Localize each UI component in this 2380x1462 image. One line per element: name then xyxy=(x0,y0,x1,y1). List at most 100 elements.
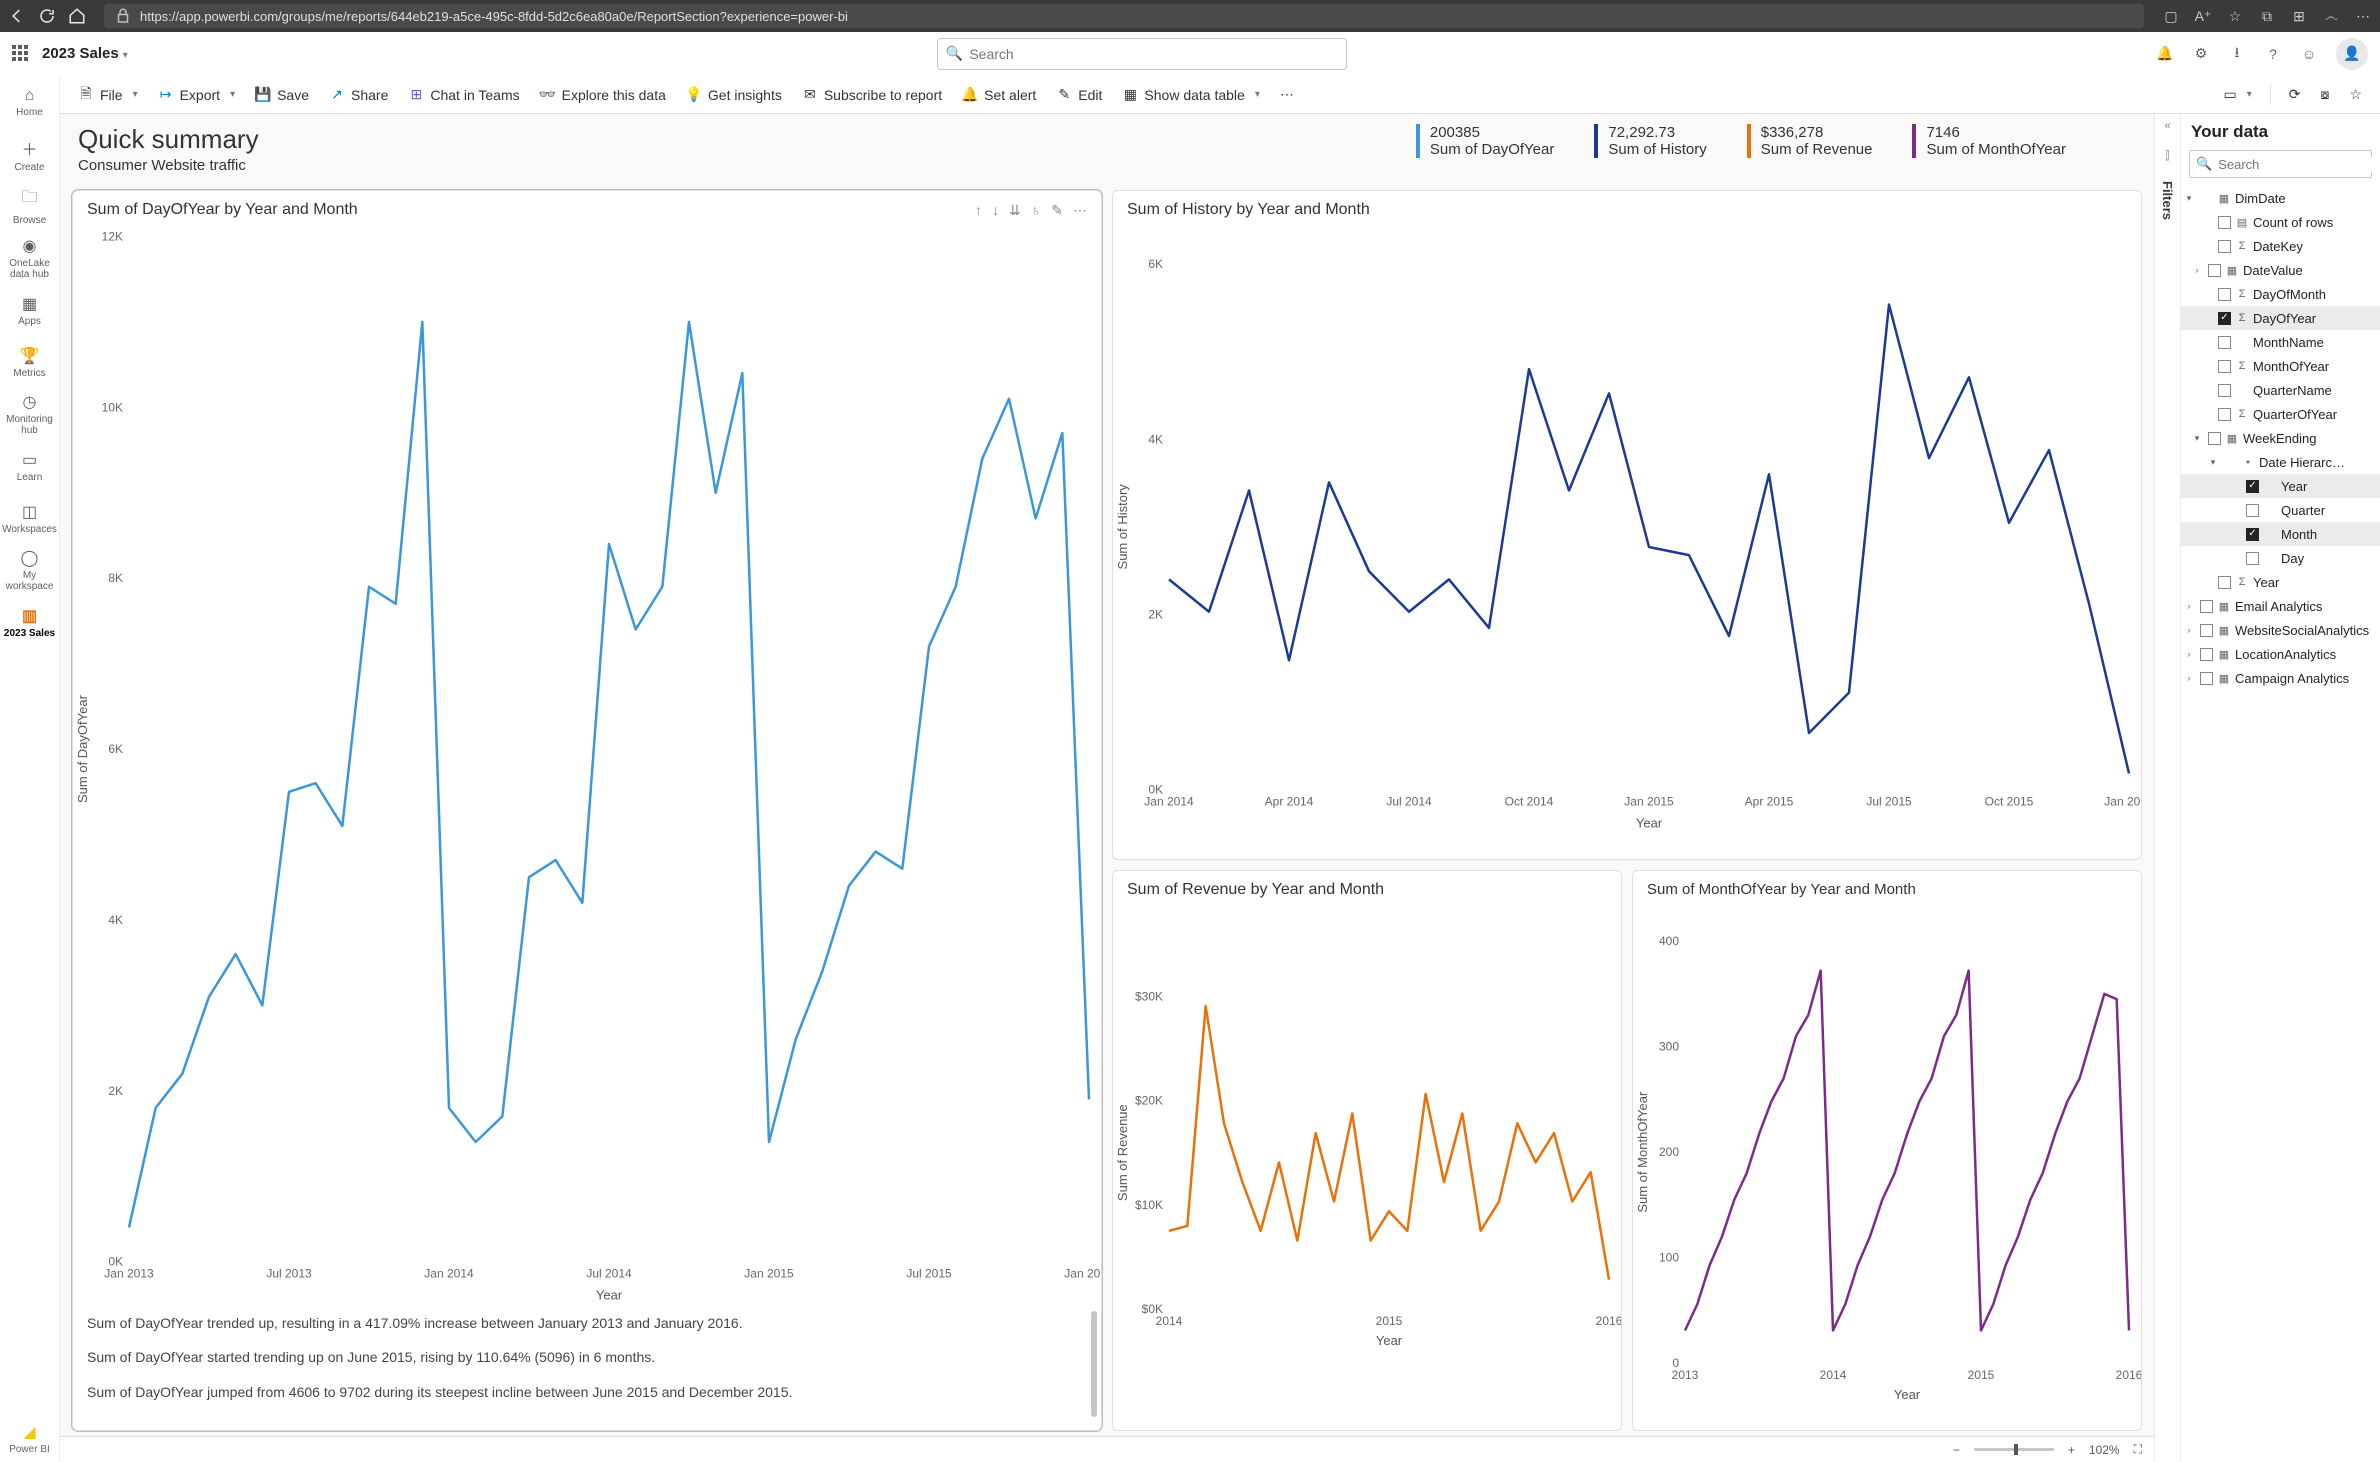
cmd-alert[interactable]: 🔔Set alert xyxy=(954,83,1044,107)
checkbox[interactable] xyxy=(2200,648,2213,661)
nav-browse[interactable]: 🗀Browse xyxy=(0,182,60,230)
field-year[interactable]: Year xyxy=(2181,474,2380,498)
field-quartername[interactable]: QuarterName xyxy=(2181,378,2380,402)
search-input[interactable] xyxy=(969,46,1338,62)
nav-create[interactable]: ＋Create xyxy=(0,130,60,178)
help-icon[interactable]: ? xyxy=(2264,45,2282,63)
nav-learn[interactable]: ▭Learn xyxy=(0,442,60,490)
kpi-card[interactable]: 72,292.73Sum of History xyxy=(1594,124,1706,158)
field-monthofyear[interactable]: Σ MonthOfYear xyxy=(2181,354,2380,378)
notifications-icon[interactable]: 🔔 xyxy=(2156,45,2174,63)
cmd-edit[interactable]: ✎Edit xyxy=(1048,83,1110,107)
address-bar[interactable]: https://app.powerbi.com/groups/me/report… xyxy=(104,4,2144,28)
checkbox[interactable] xyxy=(2218,360,2231,373)
checkbox[interactable] xyxy=(2208,432,2221,445)
cmd-export[interactable]: ↦Export▾ xyxy=(150,83,244,107)
home-icon[interactable] xyxy=(68,7,86,25)
nav-apps[interactable]: ▦Apps xyxy=(0,286,60,334)
checkbox[interactable] xyxy=(2200,624,2213,637)
checkbox[interactable] xyxy=(2218,240,2231,253)
checkbox[interactable] xyxy=(2200,600,2213,613)
field-year[interactable]: Σ Year xyxy=(2181,570,2380,594)
zoom-in-button[interactable]: + xyxy=(2068,1443,2075,1457)
field-day[interactable]: Day xyxy=(2181,546,2380,570)
zoom-slider[interactable] xyxy=(1974,1448,2054,1451)
hierarchy-icon[interactable]: ♄ xyxy=(1031,202,1042,219)
cmd-refresh[interactable]: ⟳ xyxy=(2281,82,2309,107)
visual-revenue[interactable]: Sum of Revenue by Year and Month $0K$10K… xyxy=(1112,870,1622,1431)
checkbox[interactable] xyxy=(2246,528,2259,541)
cmd-share[interactable]: ↗Share xyxy=(321,83,396,107)
field-date-hierarc-[interactable]: ▾ ⬩ Date Hierarc… xyxy=(2181,450,2380,474)
global-search[interactable]: 🔍 xyxy=(937,38,1347,70)
cmd-star[interactable]: ☆ xyxy=(2341,82,2370,107)
feedback-icon[interactable]: ☺ xyxy=(2300,45,2318,63)
field-quarter[interactable]: Quarter xyxy=(2181,498,2380,522)
cmd-subscribe[interactable]: ✉Subscribe to report xyxy=(794,83,950,107)
user-avatar[interactable]: 👤 xyxy=(2336,38,2368,70)
nav-active-report[interactable]: ▥2023 Sales xyxy=(0,598,60,646)
app-launcher-icon[interactable] xyxy=(12,45,30,63)
extensions-icon[interactable]: ⊞ xyxy=(2290,7,2308,25)
visual-monthofyear[interactable]: Sum of MonthOfYear by Year and Month 010… xyxy=(1632,870,2142,1431)
nav-workspaces[interactable]: ◫Workspaces xyxy=(0,494,60,542)
scrollbar-thumb[interactable] xyxy=(1091,1311,1097,1417)
data-search-input[interactable] xyxy=(2218,157,2380,172)
kpi-card[interactable]: 200385Sum of DayOfYear xyxy=(1416,124,1555,158)
nav-onelake[interactable]: ◉OneLake data hub xyxy=(0,234,60,282)
zoom-out-button[interactable]: − xyxy=(1953,1443,1960,1457)
cmd-chat-teams[interactable]: ⊞Chat in Teams xyxy=(400,83,527,107)
expand-icon[interactable]: ⇊ xyxy=(1009,202,1021,219)
favorite-icon[interactable]: ☆ xyxy=(2226,7,2244,25)
refresh-icon[interactable] xyxy=(38,7,56,25)
caret-icon[interactable]: › xyxy=(2183,601,2195,611)
checkbox[interactable] xyxy=(2218,288,2231,301)
more-icon[interactable]: ⋯ xyxy=(2354,7,2372,25)
profile-icon[interactable]: ෴ xyxy=(2322,7,2340,25)
checkbox[interactable] xyxy=(2208,264,2221,277)
cmd-overflow[interactable]: ⋯ xyxy=(1272,82,1302,107)
caret-icon[interactable]: ▾ xyxy=(2191,433,2203,444)
kpi-card[interactable]: 7146Sum of MonthOfYear xyxy=(1912,124,2066,158)
field-month[interactable]: Month xyxy=(2181,522,2380,546)
cmd-view-mode[interactable]: ▭▾ xyxy=(2216,82,2260,107)
cmd-save[interactable]: 💾Save xyxy=(247,83,317,107)
field-weekending[interactable]: ▾ ▦ WeekEnding xyxy=(2181,426,2380,450)
checkbox[interactable] xyxy=(2246,552,2259,565)
drill-down-icon[interactable]: ↓ xyxy=(992,202,999,219)
fit-page-icon[interactable]: ⛶ xyxy=(2134,1442,2142,1457)
field-datekey[interactable]: Σ DateKey xyxy=(2181,234,2380,258)
field-email-analytics[interactable]: › ▦ Email Analytics xyxy=(2181,594,2380,618)
caret-icon[interactable]: ▾ xyxy=(2207,457,2219,468)
workspace-switcher[interactable]: 2023 Sales▾ xyxy=(42,45,128,62)
field-monthname[interactable]: MonthName xyxy=(2181,330,2380,354)
field-dayofyear[interactable]: Σ DayOfYear xyxy=(2181,306,2380,330)
checkbox[interactable] xyxy=(2218,576,2231,589)
nav-myworkspace[interactable]: ◯My workspace xyxy=(0,546,60,594)
drill-up-icon[interactable]: ↑ xyxy=(975,202,982,219)
data-search[interactable]: 🔍 xyxy=(2189,150,2372,178)
kpi-card[interactable]: $336,278Sum of Revenue xyxy=(1747,124,1873,158)
download-icon[interactable]: ⭳ xyxy=(2228,45,2246,63)
visual-history[interactable]: Sum of History by Year and Month 0K2K4K6… xyxy=(1112,190,2142,860)
visual-dayofyear[interactable]: Sum of DayOfYear by Year and Month ↑ ↓ ⇊… xyxy=(72,190,1102,1431)
field-dimdate[interactable]: ▾ ▦ DimDate xyxy=(2181,186,2380,210)
caret-icon[interactable]: › xyxy=(2191,265,2203,275)
caret-icon[interactable]: ▾ xyxy=(2183,193,2195,204)
read-aloud-icon[interactable]: A⁺ xyxy=(2194,7,2212,25)
cmd-show-table[interactable]: ▦Show data table▾ xyxy=(1114,83,1267,107)
nav-metrics[interactable]: 🏆Metrics xyxy=(0,338,60,386)
more-options-icon[interactable]: ⋯ xyxy=(1073,202,1087,219)
cmd-insights[interactable]: 💡Get insights xyxy=(678,83,790,107)
settings-icon[interactable]: ⚙ xyxy=(2192,45,2210,63)
checkbox[interactable] xyxy=(2218,384,2231,397)
checkbox[interactable] xyxy=(2218,216,2231,229)
cmd-bookmark[interactable]: ⧇ xyxy=(2313,82,2338,107)
filters-pane-tab[interactable]: Filters xyxy=(2160,181,2175,220)
viz-toggle-icon[interactable]: ⫿ xyxy=(2166,150,2170,163)
checkbox[interactable] xyxy=(2218,408,2231,421)
field-campaign-analytics[interactable]: › ▦ Campaign Analytics xyxy=(2181,666,2380,690)
caret-icon[interactable]: › xyxy=(2183,673,2195,683)
field-count-of-rows[interactable]: ▤ Count of rows xyxy=(2181,210,2380,234)
collections-icon[interactable]: ⧉ xyxy=(2258,7,2276,25)
